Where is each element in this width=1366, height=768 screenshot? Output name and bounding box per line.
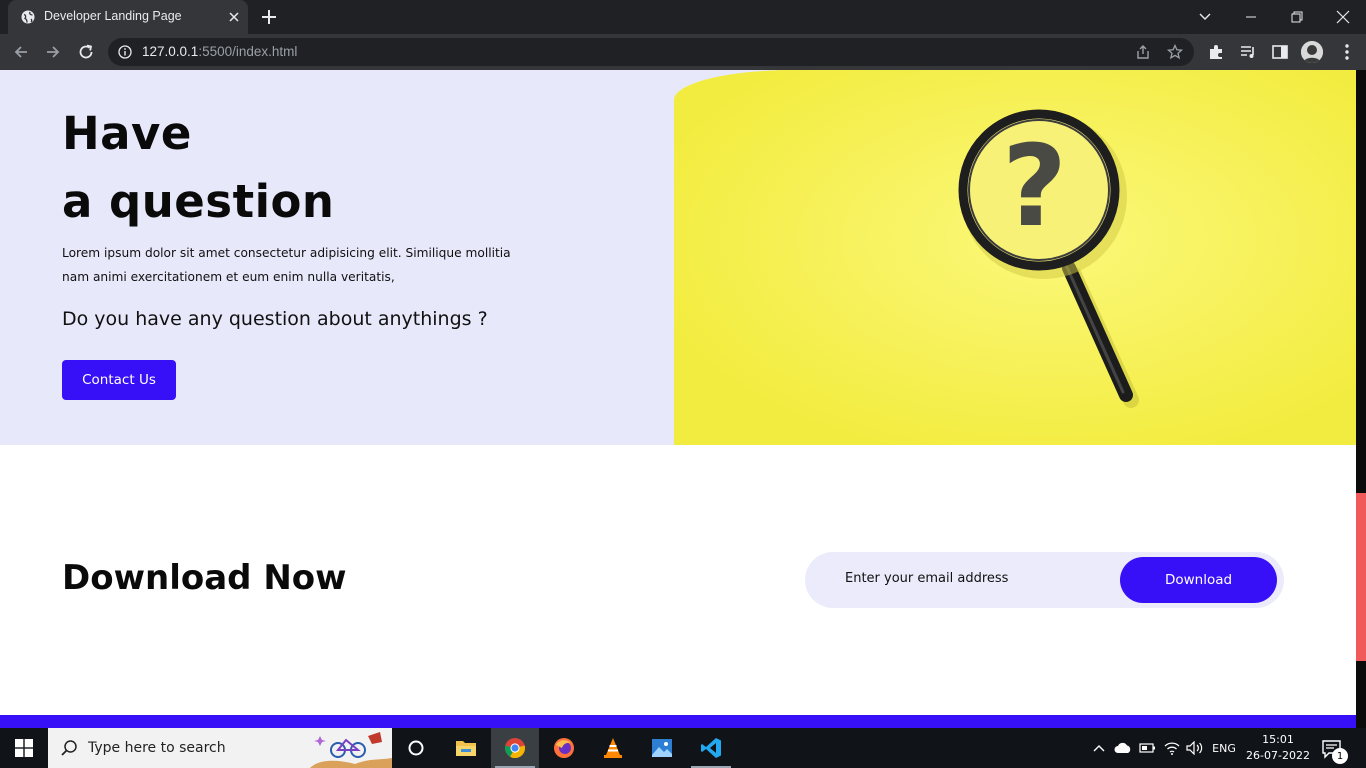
clock-time: 15:01 (1262, 733, 1294, 746)
battery-tray[interactable] (1137, 728, 1159, 768)
minimize-button[interactable] (1228, 0, 1274, 34)
notification-count-badge: 1 (1332, 748, 1348, 764)
minimize-icon (1246, 16, 1256, 18)
vscode-icon (701, 738, 721, 758)
info-icon[interactable] (118, 45, 132, 59)
chevron-down-icon[interactable] (1197, 8, 1213, 24)
download-title-bold: Download (62, 558, 252, 598)
cloud-icon (1114, 742, 1131, 753)
hero-title-line-1: Have (62, 107, 192, 160)
share-icon[interactable] (1135, 44, 1151, 60)
browser-menu-button[interactable] (1338, 43, 1356, 61)
hero-description: Lorem ipsum dolor sit amet consectetur a… (62, 246, 511, 284)
hero-title: Have a question (62, 100, 334, 236)
email-form: Enter your email address Download (805, 552, 1284, 608)
photos-icon (652, 739, 672, 757)
media-control-icon[interactable] (1239, 43, 1257, 61)
bookmark-star-icon[interactable] (1167, 44, 1183, 60)
wifi-tray[interactable] (1161, 728, 1183, 768)
search-icon (61, 740, 77, 756)
restore-icon (1291, 11, 1303, 23)
forward-button[interactable] (42, 41, 64, 63)
extensions-icon[interactable] (1207, 43, 1225, 61)
download-button[interactable]: Download (1120, 557, 1277, 603)
email-field[interactable]: Enter your email address (845, 571, 1105, 586)
cortana-circle-icon (408, 740, 424, 756)
chrome-icon (504, 738, 526, 759)
close-tab-icon[interactable] (226, 9, 242, 25)
wifi-icon (1164, 742, 1180, 755)
new-tab-icon[interactable] (260, 8, 278, 26)
page-viewport: ? Have a question Lorem ipsum dolor sit … (0, 70, 1356, 728)
more-vertical-icon (1345, 44, 1349, 60)
clock[interactable]: 15:01 26-07-2022 (1243, 732, 1313, 764)
contact-us-button[interactable]: Contact Us (62, 360, 176, 400)
page-scrollbar[interactable] (1356, 70, 1366, 728)
avatar-image (1301, 41, 1323, 63)
back-button[interactable] (10, 41, 32, 63)
firefox-app[interactable] (540, 728, 588, 768)
search-highlight-bike-icon (310, 728, 392, 768)
battery-icon (1139, 743, 1155, 753)
hero-subtitle: Do you have any question about anythings… (62, 308, 488, 330)
hero-image: ? (674, 70, 1356, 445)
globe-icon (21, 10, 35, 24)
address-bar[interactable]: 127.0.0.1:5500/index.html (108, 38, 1194, 66)
download-title: Download Now (62, 558, 347, 598)
arrow-left-icon (14, 46, 27, 58)
reload-button[interactable] (75, 41, 97, 63)
folder-icon (456, 741, 476, 756)
url-host: 127.0.0.1 (142, 44, 199, 59)
vscode-app[interactable] (687, 728, 735, 768)
browser-toolbar: 127.0.0.1:5500/index.html (0, 34, 1366, 70)
taskbar: Type here to search ENG 15:01 26-07-2022… (0, 728, 1366, 768)
footer-strip (0, 715, 1356, 728)
reload-icon (79, 44, 93, 59)
vlc-cone-icon (604, 738, 622, 758)
hero-title-line-2: a question (62, 175, 335, 228)
file-explorer-app[interactable] (442, 728, 490, 768)
start-button[interactable] (0, 728, 48, 768)
search-placeholder: Type here to search (88, 740, 226, 756)
close-window-button[interactable] (1320, 0, 1366, 34)
vlc-app[interactable] (589, 728, 637, 768)
restore-button[interactable] (1274, 0, 1320, 34)
volume-tray[interactable] (1184, 728, 1206, 768)
clock-date: 26-07-2022 (1246, 749, 1310, 762)
hero-section: ? Have a question Lorem ipsum dolor sit … (0, 70, 1356, 445)
speaker-icon (1186, 741, 1203, 755)
taskbar-search[interactable]: Type here to search (48, 728, 392, 768)
language-indicator[interactable]: ENG (1207, 728, 1241, 768)
photos-app[interactable] (638, 728, 686, 768)
chevron-up-icon (1093, 745, 1105, 752)
download-title-light: Now (263, 558, 347, 598)
chrome-app[interactable] (491, 728, 539, 768)
url-text: 127.0.0.1:5500/index.html (142, 44, 297, 59)
show-hidden-icons-button[interactable] (1090, 728, 1108, 768)
onedrive-tray[interactable] (1112, 728, 1134, 768)
tab-title: Developer Landing Page (44, 9, 182, 23)
windows-logo-icon (15, 739, 33, 757)
question-mark-glyph: ? (1002, 122, 1067, 252)
firefox-icon (554, 738, 574, 758)
browser-tab-bar: Developer Landing Page (0, 0, 1366, 34)
arrow-right-icon (47, 46, 60, 58)
browser-tab[interactable]: Developer Landing Page (8, 0, 248, 34)
close-icon (1336, 10, 1350, 24)
task-view-button[interactable] (392, 728, 440, 768)
scrollbar-thumb[interactable] (1356, 493, 1366, 661)
side-panel-icon[interactable] (1271, 43, 1289, 61)
url-path: :5500/index.html (198, 44, 298, 59)
profile-avatar[interactable] (1301, 41, 1323, 63)
